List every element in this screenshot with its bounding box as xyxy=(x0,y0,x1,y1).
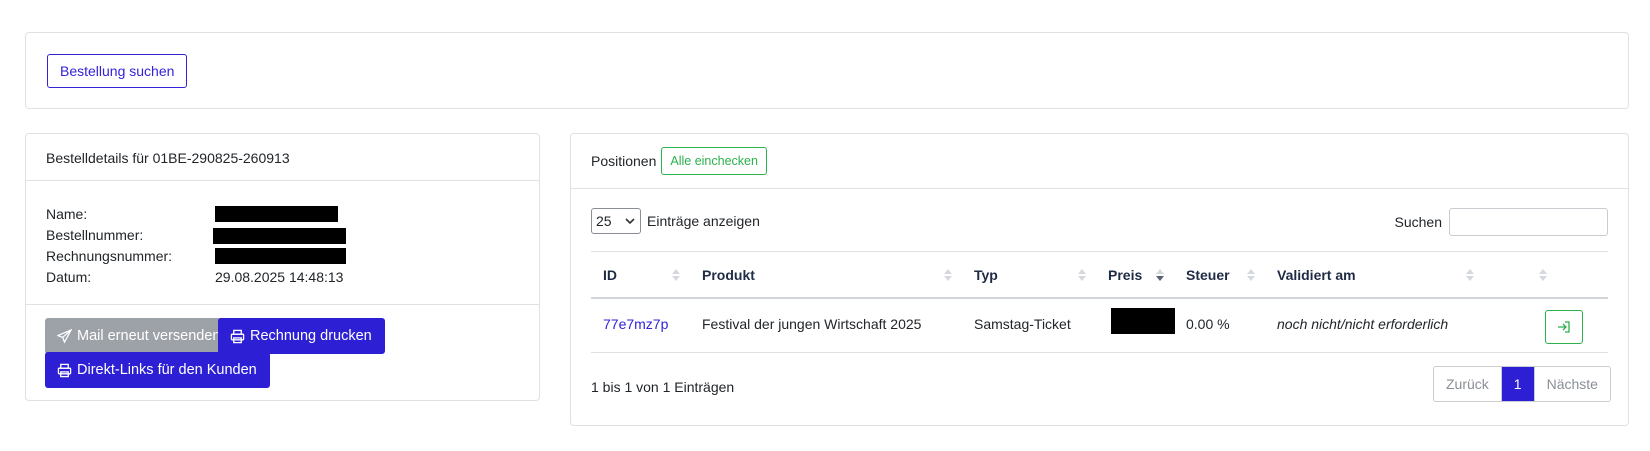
field-date-value: 29.08.2025 14:48:13 xyxy=(215,269,344,285)
sort-desc-icon xyxy=(1156,269,1164,281)
table-search-label: Suchen xyxy=(1394,214,1442,230)
search-card: Bestellung suchen xyxy=(25,32,1629,109)
column-header-preis[interactable]: Preis xyxy=(1108,267,1142,283)
page-length-control: 25 Einträge anzeigen xyxy=(591,208,760,234)
positions-card: Positionen Alle einchecken 25 Einträge a… xyxy=(570,133,1629,426)
column-header-typ[interactable]: Typ xyxy=(974,267,998,283)
sort-icon xyxy=(944,269,952,281)
checkin-all-button[interactable]: Alle einchecken xyxy=(661,147,767,175)
sort-icon xyxy=(672,269,680,281)
sign-in-icon xyxy=(1558,321,1570,333)
positions-header: Positionen Alle einchecken xyxy=(571,134,1628,189)
checkin-row-button[interactable] xyxy=(1545,310,1583,344)
row-validiert: noch nicht/nicht erforderlich xyxy=(1277,316,1449,332)
sort-icon xyxy=(1078,269,1086,281)
page-length-label: Einträge anzeigen xyxy=(647,213,760,229)
page-length-select[interactable]: 25 xyxy=(591,208,641,234)
field-name: Name: xyxy=(46,204,526,225)
sort-icon xyxy=(1247,269,1255,281)
paper-plane-icon xyxy=(57,328,72,344)
chevron-down-icon xyxy=(625,218,635,225)
row-steuer: 0.00 % xyxy=(1186,316,1230,332)
pagination-prev-button[interactable]: Zurück xyxy=(1434,367,1501,401)
direct-links-button[interactable]: Direkt-Links für den Kunden xyxy=(45,352,270,388)
field-date-label: Datum: xyxy=(46,269,92,285)
printer-icon xyxy=(230,329,245,343)
column-header-validiert[interactable]: Validiert am xyxy=(1277,267,1356,283)
redacted-price xyxy=(1111,308,1175,334)
table-search-input[interactable] xyxy=(1449,208,1608,236)
direct-links-label: Direkt-Links für den Kunden xyxy=(77,362,257,378)
field-invoice-number: Rechnungsnummer: xyxy=(46,246,526,267)
column-header-steuer[interactable]: Steuer xyxy=(1186,267,1230,283)
field-name-label: Name: xyxy=(46,206,88,222)
row-typ: Samstag-Ticket xyxy=(974,316,1071,332)
pagination-next-button[interactable]: Nächste xyxy=(1533,367,1610,401)
pagination-page-1[interactable]: 1 xyxy=(1500,367,1534,401)
table-info: 1 bis 1 von 1 Einträgen xyxy=(591,379,735,395)
positions-title: Positionen xyxy=(591,153,657,169)
column-header-id[interactable]: ID xyxy=(603,267,617,283)
resend-mail-button[interactable]: Mail erneut versenden xyxy=(45,318,234,354)
field-date: Datum: 29.08.2025 14:48:13 xyxy=(46,267,526,288)
order-details-title: Bestelldetails für 01BE-290825-260913 xyxy=(26,134,539,181)
print-invoice-button[interactable]: Rechnung drucken xyxy=(218,318,385,354)
table-bottom-border xyxy=(591,352,1608,353)
table-search: Suchen xyxy=(1395,208,1608,236)
field-order-number-label: Bestellnummer: xyxy=(46,227,144,243)
redacted-name xyxy=(215,206,338,222)
field-order-number: Bestellnummer: xyxy=(46,225,526,246)
page-length-value: 25 xyxy=(596,213,612,229)
print-invoice-label: Rechnung drucken xyxy=(250,328,372,344)
sort-icon xyxy=(1466,269,1474,281)
pagination: Zurück 1 Nächste xyxy=(1433,366,1611,402)
printer-icon xyxy=(57,363,72,377)
table-top-border xyxy=(591,251,1608,252)
search-order-button[interactable]: Bestellung suchen xyxy=(47,54,188,88)
row-produkt: Festival der jungen Wirtschaft 2025 xyxy=(702,316,922,332)
row-id-link[interactable]: 77e7mz7p xyxy=(603,314,668,334)
redacted-invoice-number xyxy=(215,248,346,264)
order-details-list: Name: Bestellnummer: Rechnungsnummer: Da… xyxy=(46,204,526,288)
table-header-border xyxy=(591,297,1608,299)
field-invoice-number-label: Rechnungsnummer: xyxy=(46,248,173,264)
sort-icon xyxy=(1539,269,1547,281)
order-details-card: Bestelldetails für 01BE-290825-260913 Na… xyxy=(25,133,540,401)
column-header-produkt[interactable]: Produkt xyxy=(702,267,755,283)
resend-mail-label: Mail erneut versenden xyxy=(77,328,221,344)
redacted-order-number xyxy=(213,228,346,244)
divider xyxy=(26,304,539,305)
